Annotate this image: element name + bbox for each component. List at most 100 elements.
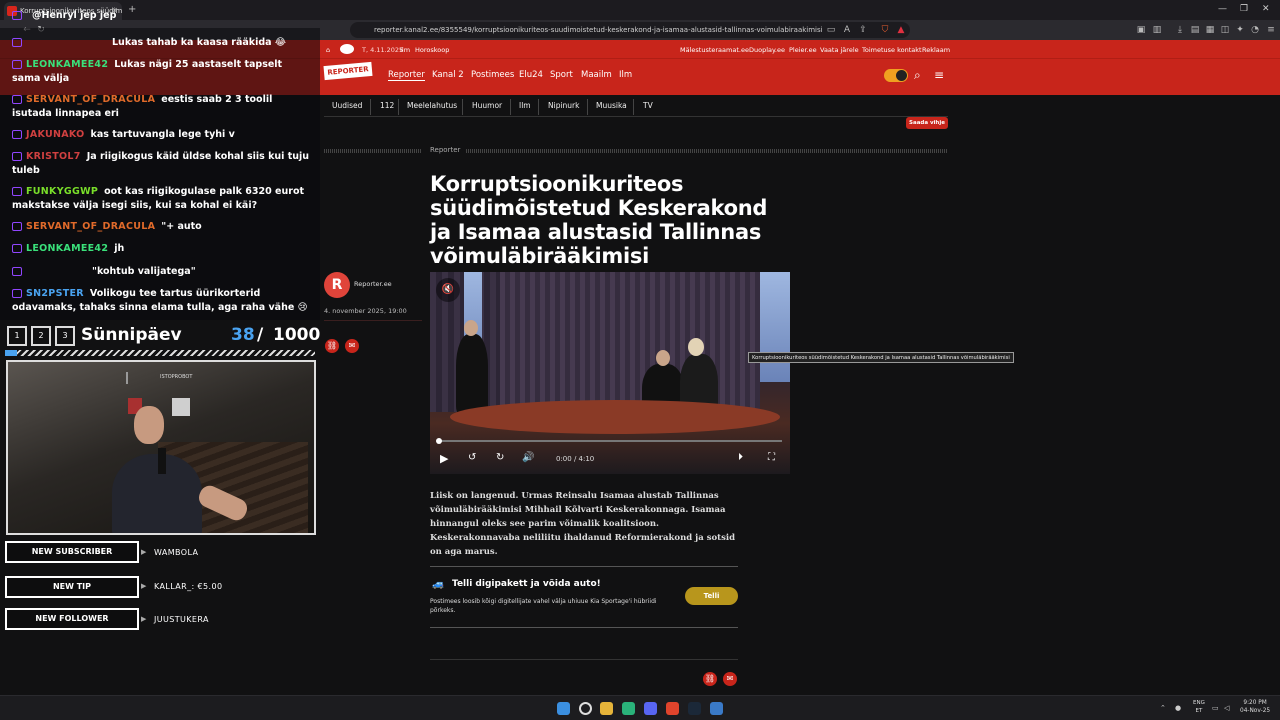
section-label[interactable]: Reporter (430, 146, 460, 154)
minimize-icon[interactable]: — (1218, 4, 1227, 14)
header-link[interactable]: Duoplay.ee (749, 46, 785, 54)
sidebar-icon[interactable]: ▥ (1152, 25, 1162, 35)
header-link[interactable]: Toimetuse kontakt (862, 46, 922, 54)
tray-arrow-icon[interactable]: ⌃ (1160, 704, 1166, 712)
video-scrubber[interactable] (436, 438, 442, 444)
extensions-icon[interactable]: ▣ (1136, 25, 1146, 35)
panel-icon[interactable]: ▦ (1205, 25, 1215, 35)
subnav-huumor[interactable]: Huumor (472, 99, 502, 112)
subscribe-button[interactable]: Telli (685, 587, 738, 605)
forward-10-icon[interactable]: ↻ (496, 452, 504, 463)
system-clock[interactable]: 9:20 PM 04-Nov-25 (1240, 699, 1270, 715)
tray-mic-icon[interactable]: ● (1175, 704, 1181, 712)
downloads-icon[interactable]: ⤓ (1175, 25, 1185, 35)
wallet-icon[interactable]: ▤ (1190, 25, 1200, 35)
subnav-tv[interactable]: TV (643, 99, 653, 112)
next-icon[interactable]: ⏵ (738, 452, 743, 463)
app-icon[interactable] (622, 702, 635, 715)
arrow-icon: ▶ (141, 548, 147, 556)
fullscreen-icon[interactable]: ⛶ (768, 452, 775, 463)
mute-icon[interactable]: 🔇 (436, 278, 460, 302)
copy-link-icon[interactable]: ⛓ (325, 339, 339, 353)
wifi-icon[interactable]: ▭ (1212, 704, 1219, 712)
header-link-horoscope[interactable]: Horoskoop (415, 46, 449, 54)
chat-username: JAKUNAKO (26, 129, 85, 140)
chat-badge-icon (12, 38, 22, 47)
discord-icon[interactable] (644, 702, 657, 715)
nav-ilm[interactable]: Ilm (619, 70, 632, 80)
menu-icon[interactable]: ≡ (1266, 25, 1276, 35)
search-icon[interactable] (579, 702, 592, 715)
search-icon[interactable]: ⌕ (914, 68, 921, 83)
video-frame-window (760, 272, 790, 382)
header-link[interactable]: Reklaam (922, 46, 950, 54)
subnav-112[interactable]: 112 (380, 99, 394, 112)
send-tip-button[interactable]: Saada vihje (906, 117, 948, 129)
steam-icon[interactable] (688, 702, 701, 715)
hamburger-menu-icon[interactable]: ≡ (934, 68, 944, 82)
subnav-muusika[interactable]: Muusika (596, 99, 627, 112)
chat-message: LEONKAMEE42 Lukas nägi 25 aastaselt tapse… (12, 58, 312, 86)
webcam-feed: ISTOPROBOT (6, 360, 316, 535)
close-window-icon[interactable]: ✕ (1262, 4, 1270, 14)
copy-link-icon[interactable]: ⛓ (703, 672, 717, 686)
header-link[interactable]: Mälestusteraamat.ee (680, 46, 749, 54)
video-progress-bar[interactable] (438, 440, 782, 442)
volume-icon[interactable]: 🔊 (522, 452, 534, 463)
car-icon: 🚙 (432, 579, 445, 590)
subnav-nipinurk[interactable]: Nipinurk (548, 99, 579, 112)
cast-icon[interactable]: ▭ (826, 25, 836, 35)
new-subscriber-label: NEW SUBSCRIBER (5, 541, 139, 563)
author-name[interactable]: Reporter.ee (354, 280, 392, 288)
email-share-icon[interactable]: ✉ (345, 339, 359, 353)
brave-shield-icon[interactable]: ⛉ (880, 25, 890, 35)
new-tip-label: NEW TIP (5, 576, 139, 598)
vpn-icon[interactable]: ◫ (1220, 25, 1230, 35)
profile-icon[interactable]: ◔ (1250, 25, 1260, 35)
promo-title: Telli digipakett ja võida auto! (452, 579, 601, 589)
nav-kanal2[interactable]: Kanal 2 (432, 70, 464, 80)
file-explorer-icon[interactable] (600, 702, 613, 715)
email-share-icon[interactable]: ✉ (723, 672, 737, 686)
share-icon[interactable]: ⇪ (858, 25, 868, 35)
nav-sport[interactable]: Sport (550, 70, 573, 80)
chat-badge-icon (12, 11, 22, 20)
header-link[interactable]: Vaata järele (820, 46, 859, 54)
play-icon[interactable]: ▶ (440, 452, 448, 465)
subnav-uudised[interactable]: Uudised (332, 99, 362, 112)
theme-toggle[interactable] (884, 69, 908, 82)
header-link-weather[interactable]: Ilm (400, 46, 410, 54)
subnav-meelelahutus[interactable]: Meelelahutus (407, 99, 457, 112)
chat-username: SN2PSTER (26, 288, 84, 299)
chat-message: Lukas tahab ka kaasa rääkida 😂 (12, 36, 312, 50)
rewind-10-icon[interactable]: ↺ (468, 452, 476, 463)
maximize-icon[interactable]: ❐ (1240, 4, 1248, 14)
translate-icon[interactable]: A (842, 25, 852, 35)
nav-elu24[interactable]: Elu24 (519, 70, 543, 80)
video-time: 0:00 / 4:10 (556, 455, 595, 463)
home-icon[interactable]: ⌂ (326, 46, 330, 54)
header-link[interactable]: Pleier.ee (789, 46, 817, 54)
video-player[interactable]: 🔇 ▶ ↺ ↻ 🔊 0:00 / 4:10 ⏵ ⛶ (430, 272, 790, 474)
start-icon[interactable] (557, 702, 570, 715)
goal-current: 38 (231, 325, 255, 345)
rewards-icon[interactable]: ▲ (896, 25, 906, 35)
volume-icon[interactable]: ◁ (1224, 704, 1229, 712)
nav-reporter[interactable]: Reporter (388, 70, 425, 81)
chat-text: "kohtub valijatega" (92, 266, 196, 277)
goal-box: 2 (31, 326, 51, 346)
nav-maailm[interactable]: Maailm (581, 70, 612, 80)
sub-navigation: Uudised 112 Meelelahutus Huumor Ilm Nipi… (324, 95, 948, 117)
kanal2-logo-icon[interactable] (340, 44, 354, 54)
app-icon[interactable] (710, 702, 723, 715)
reporter-logo[interactable]: REPORTER (323, 61, 373, 81)
nav-postimees[interactable]: Postimees (471, 70, 514, 80)
language-indicator[interactable]: ENG ET (1193, 699, 1205, 715)
leo-icon[interactable]: ✦ (1235, 25, 1245, 35)
chat-message: "kohtub valijatega" (12, 265, 312, 279)
clock-time: 9:20 PM (1243, 700, 1267, 706)
subnav-ilm[interactable]: Ilm (519, 99, 531, 112)
brave-browser-icon[interactable] (666, 702, 679, 715)
chat-message: JAKUNAKO kas tartuvangla lege tyhi v (12, 128, 312, 142)
stream-goal-widget: 1 2 3 Sünnipäev 38 / 1000 (5, 325, 320, 349)
